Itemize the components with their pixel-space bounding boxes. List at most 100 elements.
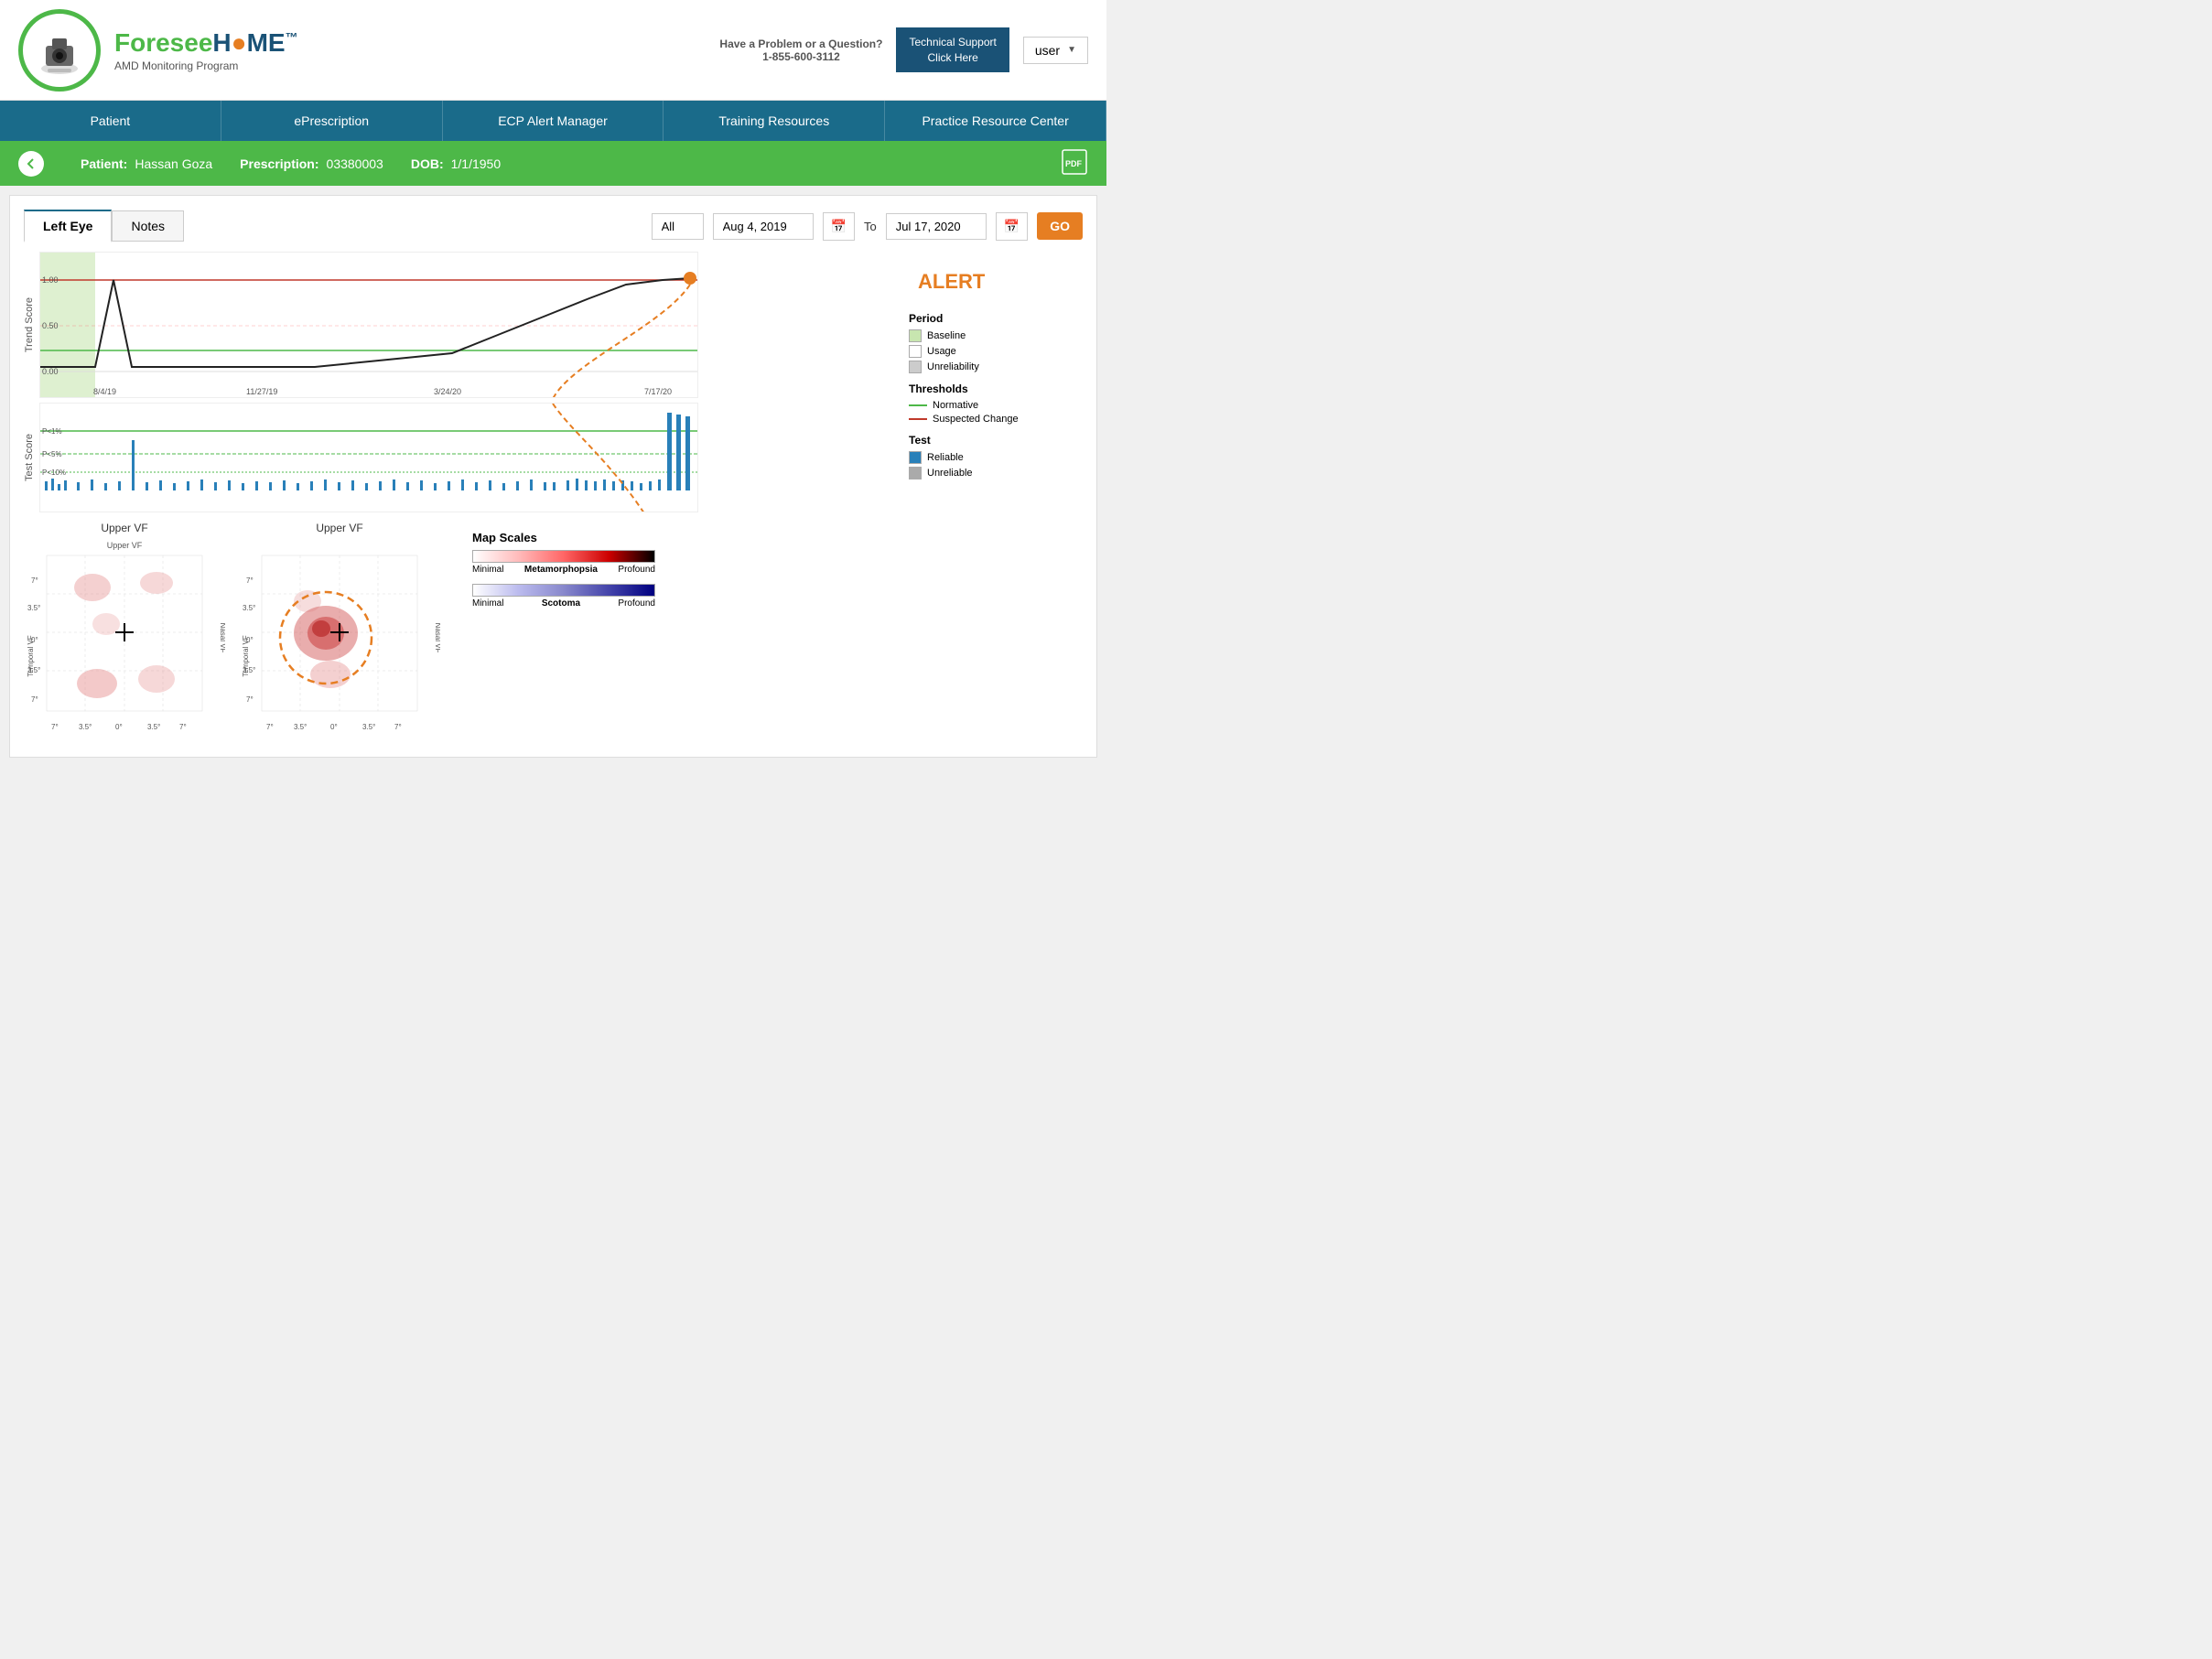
legend-normative: Normative (909, 400, 1074, 411)
nav-training[interactable]: Training Resources (664, 101, 885, 141)
metamorphopsia-profound: Profound (618, 565, 655, 575)
svg-text:0.00: 0.00 (42, 367, 59, 376)
main-content: Left Eye Notes All 📅 To 📅 GO Trend Score (9, 195, 1097, 758)
chart-area: Trend Score 1.00 0.50 (24, 252, 1083, 743)
svg-text:3/24/20: 3/24/20 (434, 387, 461, 396)
reliable-icon (909, 451, 922, 464)
user-label: user (1035, 43, 1060, 58)
svg-text:3.5°: 3.5° (147, 723, 160, 731)
svg-text:7°: 7° (31, 695, 38, 704)
trend-chart-container: Trend Score 1.00 0.50 (24, 252, 886, 398)
logo (18, 9, 101, 92)
prescription-value: 03380003 (327, 156, 383, 171)
test-chart-container: Test Score // This script won't run inli… (24, 403, 886, 512)
tech-support-button[interactable]: Technical SupportClick Here (896, 27, 1009, 73)
svg-text:3.5°: 3.5° (243, 604, 255, 612)
tab-notes[interactable]: Notes (112, 210, 184, 242)
calendar-to-button[interactable]: 📅 (996, 212, 1028, 241)
left-heatmap-svg: Upper VF 7° 3.5° 0° 3.5° 7° 7° 3.5° 0° 3… (24, 537, 225, 738)
metamorphopsia-label: Metamorphopsia (524, 565, 598, 575)
header: ForeseeH●ME™ AMD Monitoring Program Have… (0, 0, 1106, 101)
date-from-input[interactable] (713, 213, 814, 240)
thresholds-legend: Thresholds Normative Suspected Change (909, 382, 1074, 425)
dropdown-arrow-icon: ▼ (1067, 45, 1076, 55)
calendar-from-button[interactable]: 📅 (823, 212, 855, 241)
patient-info: Patient: Hassan Goza (81, 156, 212, 171)
unreliable-icon (909, 467, 922, 479)
nav-practice[interactable]: Practice Resource Center (885, 101, 1106, 141)
pdf-icon[interactable]: PDF (1061, 148, 1088, 178)
svg-text:Temporal VF: Temporal VF (242, 635, 250, 676)
svg-text:P<1%: P<1% (42, 427, 62, 436)
alert-label: ALERT (909, 261, 1092, 303)
svg-text:P<5%: P<5% (42, 450, 62, 458)
svg-text:7°: 7° (246, 576, 254, 585)
patient-bar: Patient: Hassan Goza Prescription: 03380… (0, 141, 1106, 186)
right-heatmap-title: Upper VF (239, 522, 440, 534)
tab-left-eye[interactable]: Left Eye (24, 210, 112, 242)
legend-unreliable-label: Unreliable (927, 468, 973, 479)
svg-text:7°: 7° (31, 576, 38, 585)
legend-reliable-label: Reliable (927, 452, 964, 463)
svg-text:3.5°: 3.5° (362, 723, 375, 731)
charts-left: Trend Score 1.00 0.50 (24, 252, 886, 743)
to-label: To (864, 220, 877, 233)
right-heatmap-svg: 7° 3.5° 0° 3.5° 7° 7° 3.5° 0° 3.5° 7° Te… (239, 537, 440, 738)
brand-name: ForeseeH●ME™ (114, 28, 298, 58)
scotoma-profound: Profound (618, 598, 655, 609)
legend-panel: ALERT Period Baseline Usage Unreliabilit… (900, 252, 1083, 743)
legend-suspected-change: Suspected Change (909, 414, 1074, 425)
patient-label: Patient: (81, 156, 127, 171)
svg-text:PDF: PDF (1065, 159, 1083, 168)
baseline-icon (909, 329, 922, 342)
nav-eprescription[interactable]: ePrescription (221, 101, 443, 141)
legend-normative-label: Normative (933, 400, 978, 411)
brand-text: ForeseeH●ME™ AMD Monitoring Program (114, 28, 298, 72)
header-right: Have a Problem or a Question? 1-855-600-… (719, 27, 1088, 73)
svg-text:Nasal VF: Nasal VF (434, 623, 440, 653)
nav-ecp-alert[interactable]: ECP Alert Manager (443, 101, 664, 141)
normative-icon (909, 404, 927, 406)
patient-name: Hassan Goza (135, 156, 212, 171)
left-heatmap: Upper VF Upper VF 7° 3.5° 0° 3.5° 7° 7° … (24, 522, 225, 743)
left-heatmap-title: Upper VF (24, 522, 225, 534)
svg-text:11/27/19: 11/27/19 (246, 387, 277, 396)
legend-usage: Usage (909, 345, 1074, 358)
heatmaps-row: Upper VF Upper VF 7° 3.5° 0° 3.5° 7° 7° … (24, 522, 886, 743)
dob-value: 1/1/1950 (451, 156, 502, 171)
svg-text:P<10%: P<10% (42, 469, 66, 477)
svg-text:0.50: 0.50 (42, 321, 59, 330)
legend-unreliable: Unreliable (909, 467, 1074, 479)
svg-text:Nasal VF: Nasal VF (219, 623, 225, 653)
svg-text:7/17/20: 7/17/20 (644, 387, 672, 396)
svg-text:0°: 0° (330, 723, 338, 731)
period-legend-title: Period (909, 312, 1074, 325)
back-arrow-icon (24, 156, 38, 171)
svg-text:0°: 0° (115, 723, 123, 731)
test-legend-title: Test (909, 434, 1074, 447)
period-legend: Period Baseline Usage Unreliability (909, 312, 1074, 373)
unreliability-period-icon (909, 361, 922, 373)
legend-unreliability-period-label: Unreliability (927, 361, 979, 372)
go-button[interactable]: GO (1037, 212, 1083, 240)
scotoma-minimal: Minimal (472, 598, 503, 609)
nav-patient[interactable]: Patient (0, 101, 221, 141)
svg-text:3.5°: 3.5° (294, 723, 307, 731)
prescription-info: Prescription: 03380003 (240, 156, 383, 171)
svg-text:7°: 7° (179, 723, 187, 731)
main-nav: Patient ePrescription ECP Alert Manager … (0, 101, 1106, 141)
svg-text:7°: 7° (394, 723, 402, 731)
tab-controls: All 📅 To 📅 GO (652, 212, 1083, 241)
trend-chart-svg: 1.00 0.50 0.00 8/4/19 11/27/19 3/24/20 7… (39, 252, 698, 398)
metamorphopsia-minimal: Minimal (472, 565, 503, 575)
back-button[interactable] (18, 151, 44, 177)
prescription-label: Prescription: (240, 156, 318, 171)
date-to-input[interactable] (886, 213, 987, 240)
test-chart-svg: // This script won't run inline in SVG c… (39, 403, 698, 512)
svg-text:8/4/19: 8/4/19 (93, 387, 116, 396)
dob-info: DOB: 1/1/1950 (411, 156, 501, 171)
filter-select[interactable]: All (652, 213, 704, 240)
test-legend: Test Reliable Unreliable (909, 434, 1074, 479)
user-dropdown[interactable]: user ▼ (1023, 37, 1088, 64)
logo-icon (27, 18, 92, 82)
